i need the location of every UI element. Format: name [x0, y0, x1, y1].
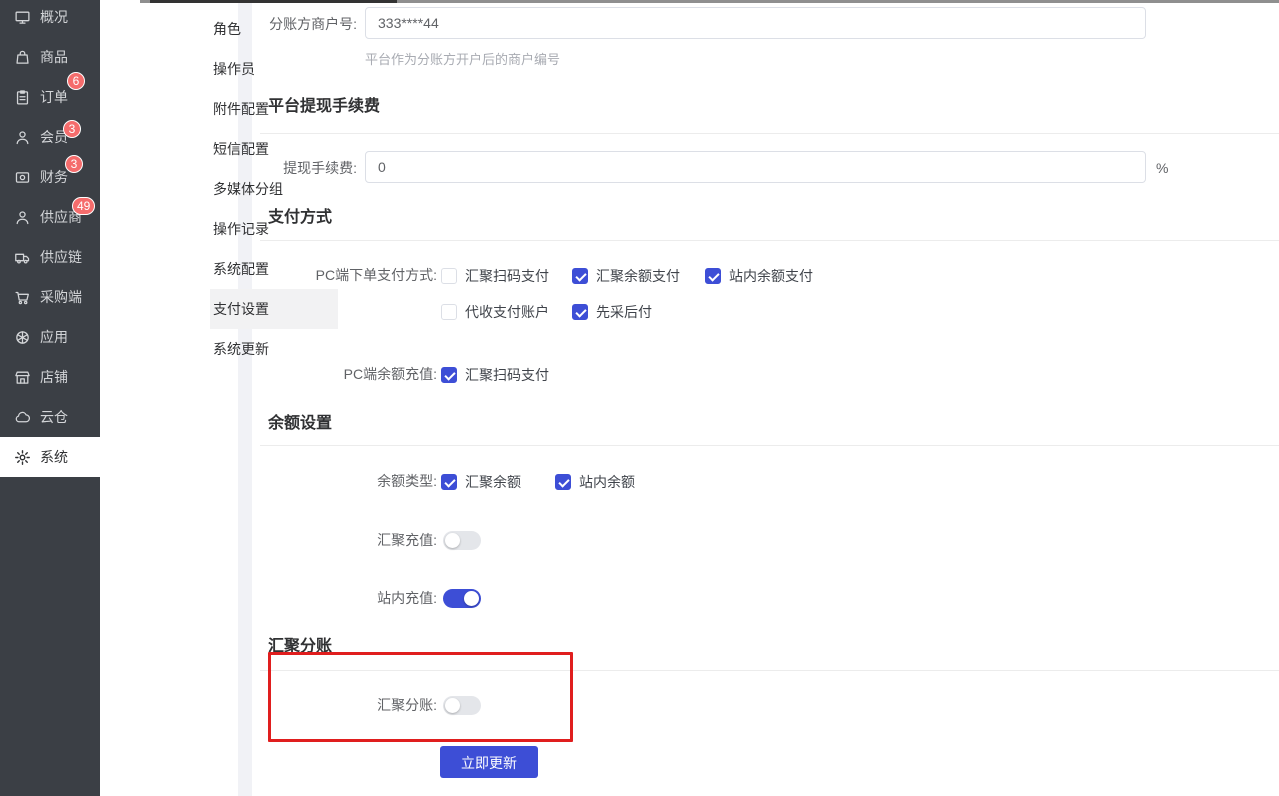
truck-icon	[14, 249, 31, 266]
monitor-icon	[14, 9, 31, 26]
sidebar-item-procurement[interactable]: 采购端	[0, 277, 100, 317]
checkbox-icon	[555, 474, 571, 490]
submenu-item-system-update[interactable]: 系统更新	[210, 329, 338, 369]
sidebar-item-cloud-warehouse[interactable]: 云仓	[0, 397, 100, 437]
sidebar-item-label: 应用	[40, 327, 68, 347]
submenu-item-roles[interactable]: 角色	[210, 9, 338, 49]
checkbox-site-balance[interactable]: 站内余额	[555, 473, 635, 491]
members-badge: 3	[63, 120, 81, 138]
cart-icon	[14, 289, 31, 306]
apps-icon	[14, 329, 31, 346]
checkbox-label: 代收支付账户	[465, 303, 549, 321]
checkbox-label: 汇聚扫码支付	[465, 366, 549, 384]
checkbox-icon	[441, 474, 457, 490]
checkbox-icon	[572, 268, 588, 284]
sidebar-item-label: 采购端	[40, 287, 82, 307]
checkbox-label: 汇聚余额支付	[596, 267, 680, 285]
checkbox-icon	[441, 268, 457, 284]
checkbox-label: 汇聚扫码支付	[465, 267, 549, 285]
horizontal-scrollbar-thumb[interactable]	[150, 0, 397, 3]
sidebar-item-system[interactable]: 系统	[0, 437, 100, 477]
submenu-item-op-records[interactable]: 操作记录	[210, 209, 338, 249]
sidebar-item-apps[interactable]: 应用	[0, 317, 100, 357]
checkbox-icon	[705, 268, 721, 284]
sidebar-item-label: 店铺	[40, 367, 68, 387]
sidebar-item-label: 供应链	[40, 247, 82, 267]
sidebar-item-label: 财务	[40, 167, 68, 187]
orders-badge: 6	[67, 72, 85, 90]
shop-icon	[14, 369, 31, 386]
horizontal-scrollbar[interactable]	[140, 0, 1279, 3]
sidebar-item-shops[interactable]: 店铺	[0, 357, 100, 397]
checkbox-label: 先采后付	[596, 303, 652, 321]
member-icon	[14, 129, 31, 146]
checkbox-label: 站内余额	[579, 473, 635, 491]
payment-settings-page: 角色 操作员 附件配置 短信配置 多媒体分组 操作记录 系统配置 支付设置 系统…	[0, 0, 1279, 796]
finance-icon	[14, 169, 31, 186]
submenu-item-attachments[interactable]: 附件配置	[210, 89, 338, 129]
submenu-item-system-config[interactable]: 系统配置	[210, 249, 338, 289]
sidebar-item-overview[interactable]: 概况	[0, 0, 100, 37]
sidebar-item-finance[interactable]: 财务	[0, 157, 100, 197]
finance-badge: 3	[65, 155, 83, 173]
sidebar-item-products[interactable]: 商品	[0, 37, 100, 77]
settings-submenu: 角色 操作员 附件配置 短信配置 多媒体分组 操作记录 系统配置 支付设置 系统…	[100, 0, 238, 796]
submenu-item-payment-settings[interactable]: 支付设置	[210, 289, 338, 329]
sidebar-item-orders[interactable]: 订单	[0, 77, 100, 117]
submenu-item-operators[interactable]: 操作员	[210, 49, 338, 89]
checkbox-label: 站内余额支付	[729, 267, 813, 285]
sidebar-item-label: 商品	[40, 47, 68, 67]
sidebar-item-label: 云仓	[40, 407, 68, 427]
divider	[260, 133, 1279, 134]
checkbox-huiju-balance[interactable]: 汇聚余额	[441, 473, 521, 491]
gear-icon	[14, 449, 31, 466]
balance-type-label: 余额类型:	[227, 472, 437, 490]
huiju-recharge-label: 汇聚充值:	[227, 531, 437, 549]
checkbox-collection-account[interactable]: 代收支付账户	[441, 303, 549, 321]
checkbox-icon	[441, 367, 457, 383]
checkbox-huiju-balance-pay[interactable]: 汇聚余额支付	[572, 267, 680, 285]
site-recharge-label: 站内充值:	[227, 589, 437, 607]
checkbox-recharge-huiju-scan[interactable]: 汇聚扫码支付	[441, 366, 549, 384]
checkbox-huiju-scan-pay[interactable]: 汇聚扫码支付	[441, 267, 549, 285]
sidebar-item-label: 概况	[40, 7, 68, 27]
submenu-item-sms[interactable]: 短信配置	[210, 129, 338, 169]
main-sidebar: 概况 商品 订单 会员 财务 供应商 供应链 采购端	[0, 0, 100, 796]
divider	[260, 445, 1279, 446]
sidebar-item-members[interactable]: 会员	[0, 117, 100, 157]
cloud-icon	[14, 409, 31, 426]
merchant-no-input[interactable]	[365, 7, 1146, 39]
sidebar-item-label: 系统	[40, 447, 68, 467]
divider	[260, 240, 1279, 241]
huiju-recharge-toggle[interactable]	[443, 531, 481, 550]
supplier-icon	[14, 209, 31, 226]
annotation-highlight-box	[268, 652, 573, 742]
checkbox-icon	[572, 304, 588, 320]
section-title-balance-settings: 余额设置	[268, 414, 332, 433]
checkbox-label: 汇聚余额	[465, 473, 521, 491]
order-icon	[14, 89, 31, 106]
checkbox-icon	[441, 304, 457, 320]
sidebar-item-supply-chain[interactable]: 供应链	[0, 237, 100, 277]
merchant-no-help: 平台作为分账方开户后的商户编号	[365, 52, 560, 68]
submenu-item-media-groups[interactable]: 多媒体分组	[210, 169, 338, 209]
checkbox-buy-first-pay-later[interactable]: 先采后付	[572, 303, 652, 321]
bag-icon	[14, 49, 31, 66]
checkbox-site-balance-pay[interactable]: 站内余额支付	[705, 267, 813, 285]
site-recharge-toggle[interactable]	[443, 589, 481, 608]
update-now-button[interactable]: 立即更新	[440, 746, 538, 778]
sidebar-item-label: 订单	[40, 87, 68, 107]
withdraw-fee-input[interactable]	[365, 151, 1146, 183]
percent-suffix: %	[1156, 159, 1168, 177]
suppliers-badge: 49	[72, 197, 95, 215]
